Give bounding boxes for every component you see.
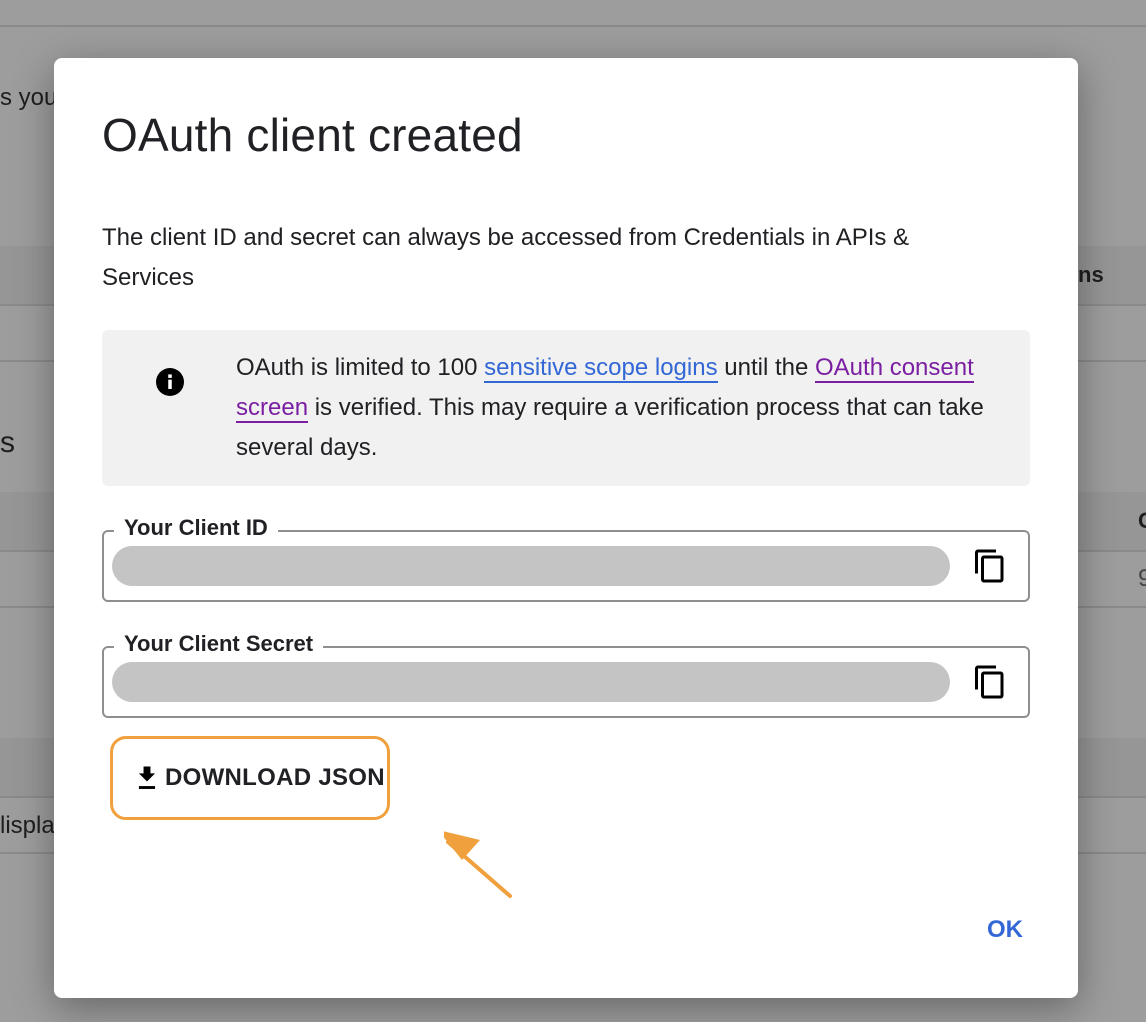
notice-text-part: until the bbox=[717, 354, 815, 381]
notice-text-part: OAuth is limited to 100 bbox=[236, 354, 485, 381]
dialog-title: OAuth client created bbox=[102, 109, 523, 161]
info-icon bbox=[156, 368, 184, 396]
download-icon bbox=[138, 766, 156, 789]
download-json-button[interactable]: DOWNLOAD JSON bbox=[110, 736, 390, 820]
copy-client-secret-icon[interactable] bbox=[972, 664, 1008, 700]
copy-client-id-icon[interactable] bbox=[972, 548, 1008, 584]
highlight-arrow bbox=[444, 831, 512, 898]
notice-text: OAuth is limited to 100 sensitive scope … bbox=[236, 348, 1006, 468]
client-id-label: Your Client ID bbox=[114, 515, 278, 541]
background-text: ns bbox=[1078, 262, 1104, 287]
client-id-field: Your Client ID bbox=[102, 515, 1030, 602]
client-secret-value[interactable] bbox=[112, 662, 950, 702]
dialog-description: The client ID and secret can always be a… bbox=[102, 224, 910, 291]
client-secret-label: Your Client Secret bbox=[114, 631, 324, 657]
oauth-created-dialog: OAuth client created The client ID and s… bbox=[54, 58, 1078, 998]
background-text: C bbox=[1138, 508, 1146, 533]
download-json-label: DOWNLOAD JSON bbox=[165, 764, 385, 791]
background-text: lispla bbox=[0, 812, 55, 839]
client-secret-field: Your Client Secret bbox=[102, 631, 1030, 718]
background-divider bbox=[0, 25, 1146, 27]
notice-text-part: is verified. This may require a verifica… bbox=[236, 394, 984, 461]
verification-notice: OAuth is limited to 100 sensitive scope … bbox=[102, 330, 1030, 486]
sensitive-scope-logins-link[interactable]: sensitive scope logins bbox=[484, 354, 718, 383]
background-text: s bbox=[0, 426, 15, 459]
background-text: s you bbox=[0, 84, 58, 111]
background-text: 9 bbox=[1138, 565, 1146, 592]
ok-button[interactable]: OK bbox=[974, 910, 1036, 950]
client-id-value[interactable] bbox=[112, 546, 950, 586]
